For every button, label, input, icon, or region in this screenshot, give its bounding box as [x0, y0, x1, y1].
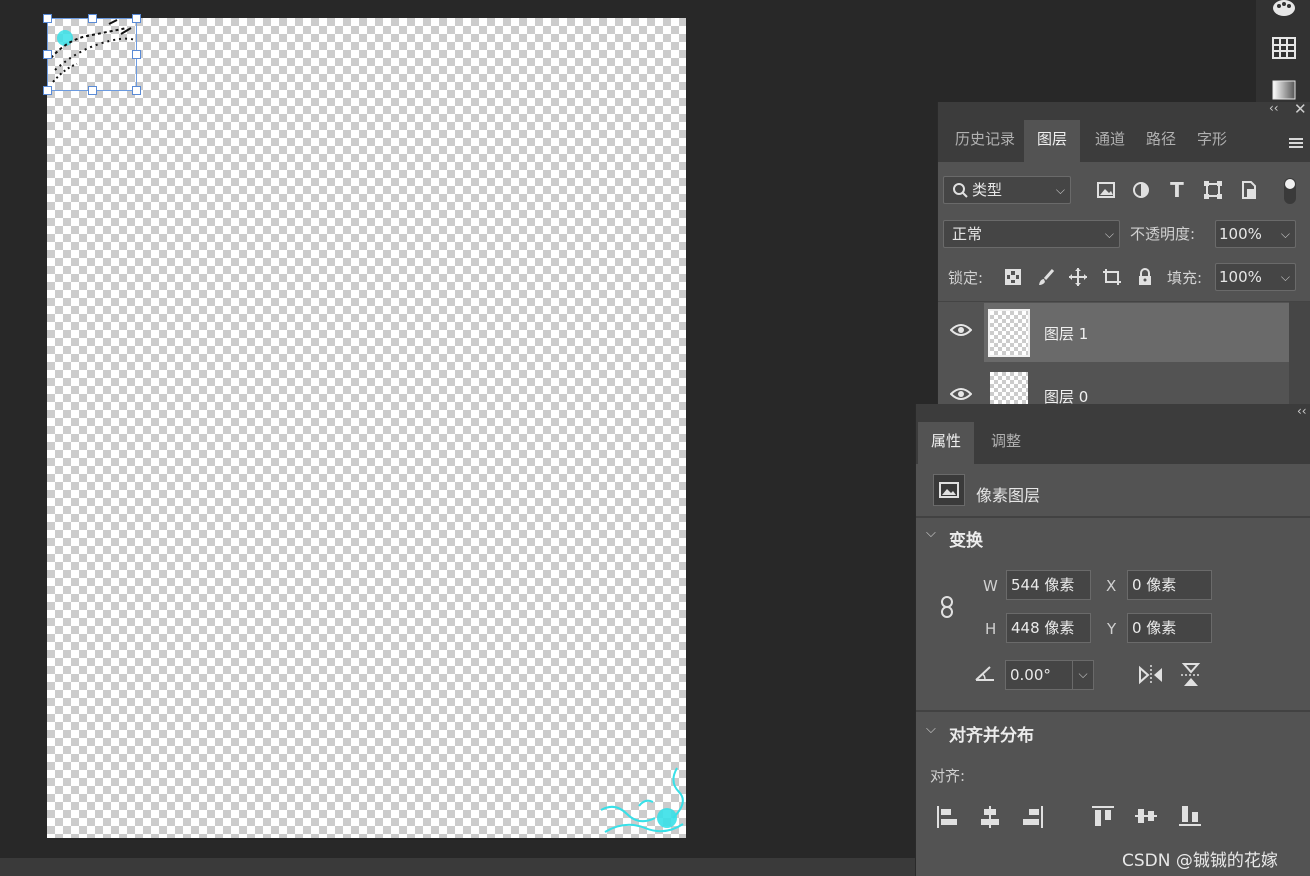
filter-type-icon[interactable]: T — [1164, 177, 1190, 203]
blend-mode-value: 正常 — [952, 225, 983, 243]
handle-middle-right[interactable] — [132, 50, 141, 59]
tab-channels[interactable]: 通道 — [1084, 120, 1136, 162]
handle-bottom-center[interactable] — [88, 86, 97, 95]
visibility-eye-icon[interactable] — [949, 322, 973, 341]
chevron-down-icon[interactable]: ⌵ — [926, 722, 936, 737]
fill-input[interactable]: 100% ⌵ — [1215, 263, 1296, 291]
properties-tabbar: 属性 调整 — [916, 422, 1310, 464]
filter-label: 类型 — [972, 181, 1003, 199]
tab-properties[interactable]: 属性 — [918, 422, 974, 464]
chevron-down-icon: ⌵ — [1280, 270, 1290, 284]
tab-paths[interactable]: 路径 — [1136, 120, 1186, 162]
y-label: Y — [1107, 620, 1117, 638]
filter-toggle[interactable] — [1284, 178, 1296, 204]
filter-shape-icon[interactable] — [1200, 177, 1226, 203]
blend-mode-select[interactable]: 正常 ⌵ — [943, 220, 1120, 248]
align-top-icon[interactable] — [1091, 805, 1115, 831]
layer-name[interactable]: 图层 1 — [1044, 323, 1088, 344]
align-bottom-icon[interactable] — [1178, 805, 1202, 831]
pixel-layer-icon — [933, 474, 965, 506]
filter-pixel-icon[interactable] — [1093, 177, 1119, 203]
chevron-down-icon: ⌵ — [1280, 227, 1290, 241]
fill-label: 填充: — [1167, 269, 1203, 287]
x-label: X — [1106, 577, 1117, 595]
filter-smart-object-icon[interactable] — [1236, 177, 1262, 203]
angle-value: 0.00° — [1010, 666, 1051, 684]
tab-layers[interactable]: 图层 — [1024, 120, 1080, 162]
collapse-icon[interactable]: ‹‹ — [1269, 101, 1279, 115]
opacity-value: 100% — [1219, 225, 1262, 243]
handle-bottom-left[interactable] — [43, 86, 52, 95]
transform-title: 变换 — [949, 531, 983, 551]
link-chain-icon[interactable] — [940, 596, 954, 622]
panel-header-bar: ‹‹ — [916, 404, 1310, 422]
flip-vertical-icon[interactable] — [1180, 662, 1202, 692]
properties-panel: ‹‹ 属性 调整 像素图层 ⌵ 变换 W 544 像素 X 0 像素 H 448… — [915, 404, 1310, 876]
palette-icon[interactable] — [1268, 0, 1300, 22]
handle-middle-left[interactable] — [43, 50, 52, 59]
align-right-icon[interactable] — [1022, 805, 1044, 833]
x-input[interactable]: 0 像素 — [1127, 570, 1212, 600]
layers-scrollbar[interactable] — [1289, 302, 1310, 404]
width-label: W — [983, 577, 998, 595]
chevron-down-icon[interactable]: ⌵ — [926, 526, 936, 541]
handle-top-center[interactable] — [88, 14, 97, 23]
panel-header-bar: ‹‹ ✕ — [938, 100, 1310, 120]
layer-row[interactable]: 图层 1 — [938, 302, 1290, 362]
opacity-label: 不透明度: — [1130, 225, 1196, 243]
tab-adjustments[interactable]: 调整 — [978, 422, 1034, 464]
document-canvas[interactable] — [47, 18, 686, 838]
height-input[interactable]: 448 像素 — [1006, 613, 1091, 643]
lock-brush-icon[interactable] — [1033, 264, 1059, 290]
angle-input[interactable]: 0.00° ⌵ — [1005, 660, 1094, 690]
handle-top-right[interactable] — [132, 14, 141, 23]
visibility-eye-icon[interactable] — [949, 386, 973, 405]
chevron-down-icon: ⌵ — [1104, 227, 1114, 241]
opacity-input[interactable]: 100% ⌵ — [1215, 220, 1296, 248]
watermark-text: CSDN @铖铖的花嫁 — [1122, 851, 1278, 871]
angle-icon — [975, 665, 995, 685]
lock-transparent-icon[interactable] — [1000, 264, 1026, 290]
swatches-grid-icon[interactable] — [1268, 34, 1300, 62]
layers-panel: ‹‹ ✕ 历史记录 图层 通道 路径 字形 类型 ⌵ T 正常 ⌵ 不透明度: … — [937, 100, 1310, 416]
corner-flourish — [600, 767, 684, 833]
align-horizontal-center-icon[interactable] — [979, 805, 1001, 833]
handle-top-left[interactable] — [43, 14, 52, 23]
collapse-icon[interactable]: ‹‹ — [1297, 404, 1307, 418]
horizontal-scrollbar[interactable] — [0, 858, 915, 876]
close-icon[interactable]: ✕ — [1294, 100, 1307, 118]
y-input[interactable]: 0 像素 — [1127, 613, 1212, 643]
search-icon — [952, 177, 968, 211]
handle-bottom-right[interactable] — [132, 86, 141, 95]
layer-thumbnail — [988, 309, 1030, 357]
transform-bounding-box[interactable] — [43, 14, 141, 95]
chevron-down-icon[interactable]: ⌵ — [1072, 660, 1093, 690]
align-left-icon[interactable] — [936, 805, 958, 833]
filter-adjustment-icon[interactable] — [1128, 177, 1154, 203]
panel-menu-icon[interactable] — [1288, 134, 1304, 153]
flip-horizontal-icon[interactable] — [1138, 664, 1164, 690]
align-title: 对齐并分布 — [949, 726, 1034, 746]
lock-move-icon[interactable] — [1065, 264, 1091, 290]
tab-history[interactable]: 历史记录 — [946, 120, 1024, 162]
fill-value: 100% — [1219, 268, 1262, 286]
chevron-down-icon: ⌵ — [1055, 183, 1065, 197]
height-label: H — [985, 620, 997, 638]
tab-glyphs[interactable]: 字形 — [1186, 120, 1238, 162]
lock-artboard-icon[interactable] — [1099, 264, 1125, 290]
align-vertical-center-icon[interactable] — [1134, 805, 1158, 831]
layer-filter-select[interactable]: 类型 ⌵ — [943, 176, 1071, 204]
align-label: 对齐: — [930, 767, 966, 785]
width-input[interactable]: 544 像素 — [1006, 570, 1091, 600]
lock-label: 锁定: — [948, 269, 984, 287]
lock-all-icon[interactable] — [1132, 264, 1158, 290]
layers-tabbar: 历史记录 图层 通道 路径 字形 — [938, 120, 1310, 162]
layer-type-label: 像素图层 — [976, 486, 1041, 505]
